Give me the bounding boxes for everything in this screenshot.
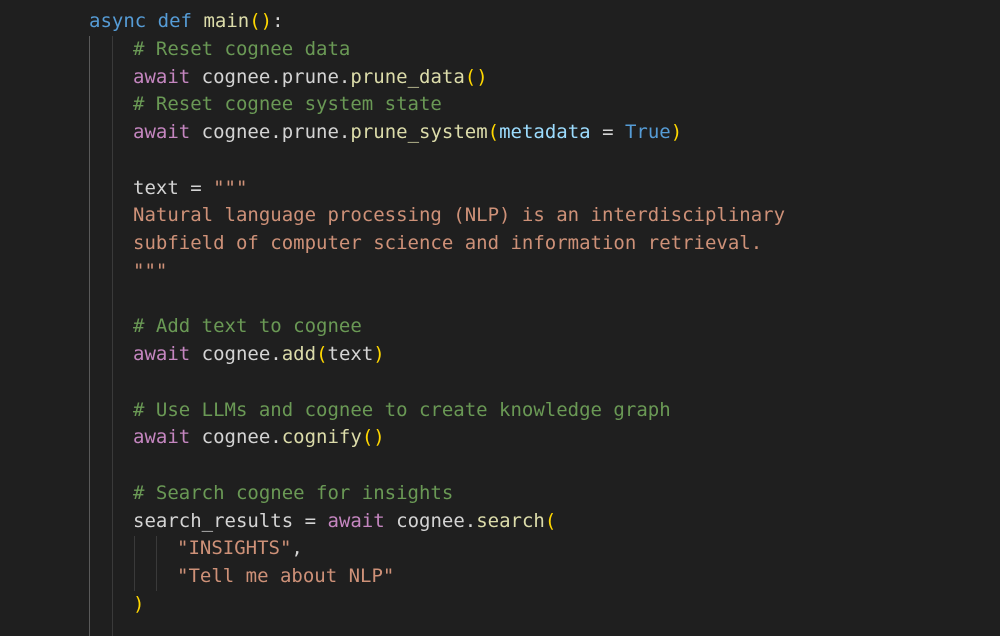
code-token: "INSIGHTS" [177, 537, 292, 560]
code-line-text: await cognee.prune.prune_system(metadata… [133, 119, 682, 147]
code-line[interactable]: # Use LLMs and cognee to create knowledg… [0, 397, 1000, 425]
code-token: = [590, 121, 625, 143]
code-token: ) [373, 343, 385, 365]
code-line-text: search_results = await cognee.search( [133, 508, 556, 536]
code-line-text: # Reset cognee data [133, 36, 350, 64]
code-token: cognee.prune. [201, 121, 351, 143]
code-line[interactable]: text = """ [0, 175, 1000, 203]
code-token: subfield of computer science and informa… [133, 232, 763, 254]
code-line[interactable]: "Tell me about NLP" [0, 563, 1000, 591]
code-token: await [133, 343, 191, 365]
code-token: () [249, 10, 273, 32]
code-token: () [464, 65, 488, 88]
code-token: """ [133, 259, 168, 282]
code-line[interactable]: # Reset cognee data [0, 36, 1000, 64]
code-line-text: Natural language processing (NLP) is an … [133, 202, 785, 230]
code-token: main [203, 10, 250, 32]
code-token: ) [670, 121, 683, 143]
code-token: metadata [499, 121, 591, 143]
code-line-text: subfield of computer science and informa… [133, 230, 762, 258]
code-token: await [133, 121, 191, 143]
code-line[interactable]: await cognee.cognify() [0, 424, 1000, 452]
code-token: # Reset cognee system state [133, 93, 442, 116]
code-token: prune_system [350, 121, 488, 143]
code-token: await [133, 65, 191, 88]
code-line-text: # Reset cognee system state [133, 91, 442, 119]
code-token: prune_data [350, 65, 465, 88]
code-token: # Add text to cognee [133, 315, 362, 338]
code-token: () [361, 426, 385, 449]
code-token: # Reset cognee data [133, 37, 351, 60]
code-token: , [291, 537, 303, 560]
code-line-text: ) [133, 591, 144, 619]
code-editor[interactable]: async def main(): # Reset cognee data awai… [0, 0, 1000, 636]
code-token: add [281, 343, 317, 365]
code-token: # Search cognee for insights [133, 481, 454, 504]
code-token: = [293, 509, 328, 532]
code-token: : [272, 10, 284, 32]
code-token: cognee.prune. [201, 65, 351, 88]
code-line-text: """ [133, 258, 167, 286]
code-line[interactable]: ) [0, 591, 1000, 619]
code-token: = [178, 176, 214, 199]
code-token: def [157, 10, 192, 32]
code-token: "Tell me about NLP" [177, 565, 395, 587]
code-line[interactable] [0, 147, 1000, 175]
code-token: await [327, 509, 385, 532]
code-token: cognee. [201, 343, 282, 365]
code-line[interactable]: # Add text to cognee [0, 313, 1000, 341]
code-line-text: # Add text to cognee [133, 313, 362, 341]
code-line[interactable]: "INSIGHTS", [0, 535, 1000, 563]
code-line-text: # Use LLMs and cognee to create knowledg… [133, 397, 671, 425]
code-line[interactable]: """ [0, 258, 1000, 286]
code-line-text: async def main(): [89, 8, 284, 36]
code-token: # Use LLMs and cognee to create knowledg… [133, 398, 671, 421]
code-line[interactable] [0, 286, 1000, 314]
code-token: await [133, 426, 191, 449]
code-token: Natural language processing (NLP) is an … [133, 204, 786, 227]
code-line[interactable]: subfield of computer science and informa… [0, 230, 1000, 258]
code-token: cognee. [396, 509, 477, 532]
code-token: ( [487, 121, 500, 143]
code-token: cognee. [201, 426, 282, 449]
code-line-text: await cognee.add(text) [133, 341, 385, 369]
code-line-text: await cognee.cognify() [133, 424, 385, 452]
code-token: search [476, 509, 545, 532]
code-line-text: "INSIGHTS", [177, 535, 303, 563]
code-token: """ [213, 176, 248, 199]
code-token: text [327, 343, 374, 365]
code-line[interactable]: # Reset cognee system state [0, 91, 1000, 119]
code-token: ) [133, 592, 145, 615]
code-line[interactable]: async def main(): [0, 8, 1000, 36]
code-line[interactable]: # Search cognee for insights [0, 480, 1000, 508]
code-token: ( [316, 343, 328, 365]
code-line[interactable]: await cognee.prune.prune_system(metadata… [0, 119, 1000, 147]
code-token: True [624, 121, 671, 143]
code-line-text: "Tell me about NLP" [177, 563, 394, 591]
code-line-text: text = """ [133, 175, 247, 203]
code-token: text [133, 176, 179, 199]
code-token: cognify [281, 426, 362, 449]
code-line-text: # Search cognee for insights [133, 480, 453, 508]
code-token: async [89, 10, 147, 32]
code-line[interactable]: Natural language processing (NLP) is an … [0, 202, 1000, 230]
code-token: search_results [133, 509, 294, 532]
code-token: ( [544, 509, 557, 532]
code-line[interactable]: search_results = await cognee.search( [0, 508, 1000, 536]
code-line[interactable] [0, 369, 1000, 397]
code-line[interactable] [0, 452, 1000, 480]
code-line-text: await cognee.prune.prune_data() [133, 64, 488, 92]
code-line[interactable]: await cognee.prune.prune_data() [0, 64, 1000, 92]
code-area[interactable]: async def main(): # Reset cognee data awai… [0, 8, 1000, 636]
code-line[interactable] [0, 619, 1000, 636]
code-line[interactable]: await cognee.add(text) [0, 341, 1000, 369]
